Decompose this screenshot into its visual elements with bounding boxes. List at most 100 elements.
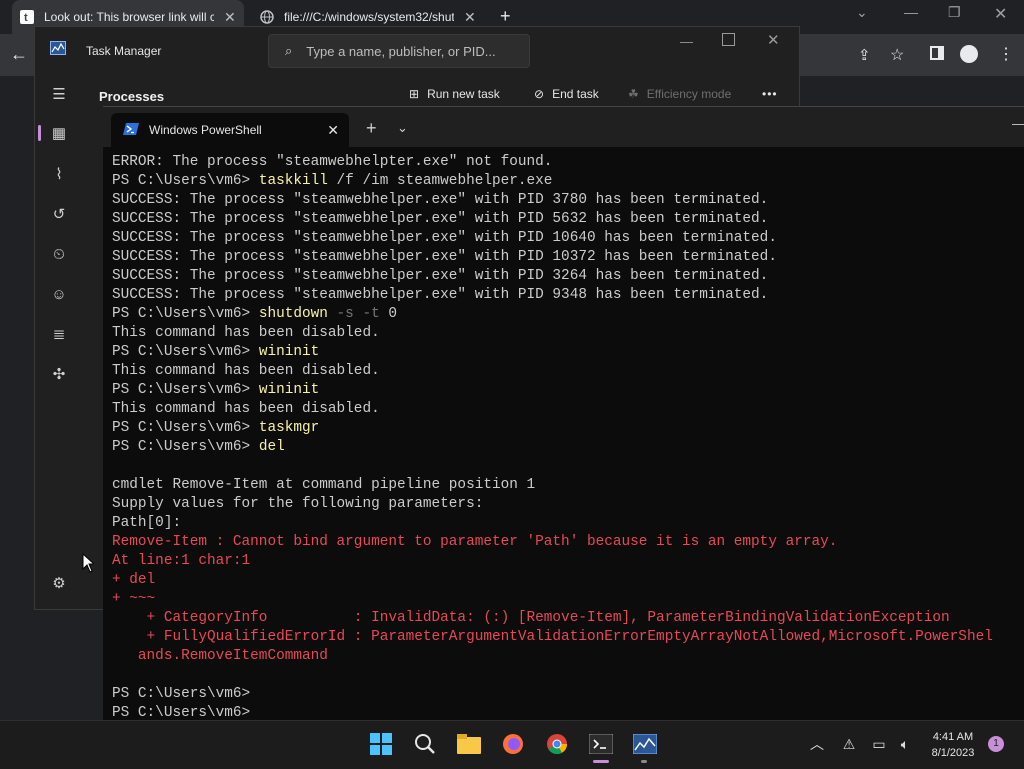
volume-icon[interactable]: 🔈︎ xyxy=(890,730,920,758)
close-window-icon[interactable]: ✕ xyxy=(994,4,1007,24)
run-new-task-button[interactable]: ⊞ Run new task xyxy=(409,87,500,101)
search-icon[interactable] xyxy=(410,730,440,758)
output-line: SUCCESS: The process "steamwebhelper.exe… xyxy=(112,287,769,303)
output-line: cmdlet Remove-Item at command pipeline p… xyxy=(112,477,536,493)
clock-time: 4:41 AM xyxy=(932,731,974,743)
clock-date: 8/1/2023 xyxy=(931,747,975,759)
hamburger-icon[interactable]: ☰ xyxy=(47,83,71,107)
command-line: PS C:\Users\vm6> wininit xyxy=(112,343,1024,362)
browser-tab-title: Look out: This browser link will c xyxy=(44,10,214,24)
close-tab-icon[interactable]: ✕ xyxy=(327,122,339,139)
performance-icon[interactable]: ⌇ xyxy=(47,163,71,187)
more-options-button[interactable]: ••• xyxy=(762,87,778,101)
task-manager-app-icon xyxy=(50,41,66,60)
prompt: PS C:\Users\vm6> xyxy=(112,173,259,189)
command-text: wininit xyxy=(258,382,320,398)
command-text: del xyxy=(258,439,285,455)
windows-start-icon[interactable] xyxy=(366,730,396,758)
prompt: PS C:\Users\vm6> xyxy=(112,439,259,455)
browser-menu-icon[interactable]: ⋮ xyxy=(998,44,1014,64)
command-line: PS C:\Users\vm6> del xyxy=(112,438,1024,457)
command-text: taskkill xyxy=(258,173,328,189)
terminal-tab-title: Windows PowerShell xyxy=(149,123,262,137)
active-app-indicator xyxy=(593,760,609,763)
output-line: SUCCESS: The process "steamwebhelper.exe… xyxy=(112,249,777,265)
notification-badge[interactable]: 1 xyxy=(988,736,1004,752)
console-output[interactable]: ERROR: The process "steamwebhelpter.exe"… xyxy=(112,153,1024,720)
command-text: wininit xyxy=(258,344,320,360)
file-explorer-icon[interactable] xyxy=(454,730,484,758)
error-line: At line:1 char:1 xyxy=(112,553,251,569)
command-params: -s -t xyxy=(327,306,380,322)
tab-search-icon[interactable]: ⌄ xyxy=(856,4,868,21)
tm-minimize-icon[interactable]: — xyxy=(680,34,693,49)
error-line: + del xyxy=(112,572,156,588)
side-panel-icon[interactable] xyxy=(930,46,944,60)
error-line: ands.RemoveItemCommand xyxy=(112,648,328,664)
terminal-tab-active[interactable]: Windows PowerShell ✕ xyxy=(111,113,349,147)
end-task-icon: ⊘ xyxy=(534,87,545,101)
powershell-icon xyxy=(123,122,139,139)
mouse-cursor-icon xyxy=(82,552,96,578)
page-title: Processes xyxy=(99,89,165,104)
output-line: ERROR: The process "steamwebhelpter.exe"… xyxy=(112,154,553,170)
chevron-down-icon[interactable]: ⌄ xyxy=(397,120,408,136)
profile-avatar-icon[interactable] xyxy=(960,45,978,63)
error-line: Remove-Item : Cannot bind argument to pa… xyxy=(112,534,838,550)
search-box[interactable]: ⌕ Type a name, publisher, or PID... xyxy=(268,34,530,68)
firefox-icon[interactable] xyxy=(498,730,528,758)
close-tab-icon[interactable]: ✕ xyxy=(464,9,476,26)
output-line: This command has been disabled. xyxy=(112,363,380,379)
terminal-icon[interactable] xyxy=(586,730,616,758)
end-task-button[interactable]: ⊘ End task xyxy=(534,87,599,101)
command-args: 0 xyxy=(379,306,398,322)
new-tab-button[interactable]: + xyxy=(366,118,377,139)
output-line: PS C:\Users\vm6> xyxy=(112,686,251,702)
startup-apps-icon[interactable]: ⏲ xyxy=(47,243,71,267)
search-input[interactable]: Type a name, publisher, or PID... xyxy=(306,44,495,59)
output-line: SUCCESS: The process "steamwebhelper.exe… xyxy=(112,192,769,208)
prompt: PS C:\Users\vm6> xyxy=(112,344,259,360)
tm-close-icon[interactable]: ✕ xyxy=(767,31,780,49)
task-manager-icon[interactable] xyxy=(630,730,660,758)
output-line: This command has been disabled. xyxy=(112,401,380,417)
error-line: + ~~~ xyxy=(112,591,156,607)
output-line: This command has been disabled. xyxy=(112,325,380,341)
command-text: taskmgr xyxy=(258,420,320,436)
command-line: PS C:\Users\vm6> taskmgr xyxy=(112,419,1024,438)
command-line: PS C:\Users\vm6> taskkill /f /im steamwe… xyxy=(112,172,1024,191)
users-icon[interactable]: ☺ xyxy=(47,283,71,307)
chrome-icon[interactable] xyxy=(542,730,572,758)
command-line: PS C:\Users\vm6> wininit xyxy=(112,381,1024,400)
svg-text:t: t xyxy=(24,12,28,24)
system-clock[interactable]: 4:41 AM 8/1/2023 xyxy=(920,729,986,761)
tumblr-icon: t xyxy=(20,10,34,24)
error-line: + CategoryInfo : InvalidData: (:) [Remov… xyxy=(112,610,950,626)
restore-icon[interactable]: ❐ xyxy=(948,4,961,21)
nav-selection-indicator xyxy=(38,125,41,141)
chevron-up-icon[interactable]: ︿ xyxy=(802,730,832,758)
close-tab-icon[interactable]: ✕ xyxy=(224,9,236,26)
bookmark-star-icon[interactable]: ☆ xyxy=(890,45,904,65)
running-app-indicator xyxy=(641,760,647,763)
back-arrow-icon[interactable]: ← xyxy=(10,44,28,65)
terminal-minimize-icon[interactable]: — xyxy=(1012,116,1024,131)
error-line: + FullyQualifiedErrorId : ParameterArgum… xyxy=(112,629,993,645)
details-icon[interactable]: ≣ xyxy=(47,323,71,347)
tm-maximize-icon[interactable] xyxy=(722,33,735,46)
end-task-label: End task xyxy=(552,87,599,101)
new-tab-button[interactable]: + xyxy=(500,6,511,27)
leaf-icon: ☘ xyxy=(628,87,639,101)
processes-icon[interactable]: ▦ xyxy=(47,122,71,146)
run-task-icon: ⊞ xyxy=(409,87,420,101)
prompt: PS C:\Users\vm6> xyxy=(112,306,259,322)
services-icon[interactable]: ✣ xyxy=(47,363,71,387)
minimize-icon[interactable]: — xyxy=(904,4,918,20)
network-icon[interactable]: ⚠ xyxy=(834,730,864,758)
share-icon[interactable]: ⇪ xyxy=(858,46,871,64)
settings-icon[interactable]: ⚙ xyxy=(47,572,71,596)
app-history-icon[interactable]: ↺ xyxy=(47,203,71,227)
output-line: Path[0]: xyxy=(112,515,182,531)
efficiency-mode-button[interactable]: ☘ Efficiency mode xyxy=(628,87,731,101)
